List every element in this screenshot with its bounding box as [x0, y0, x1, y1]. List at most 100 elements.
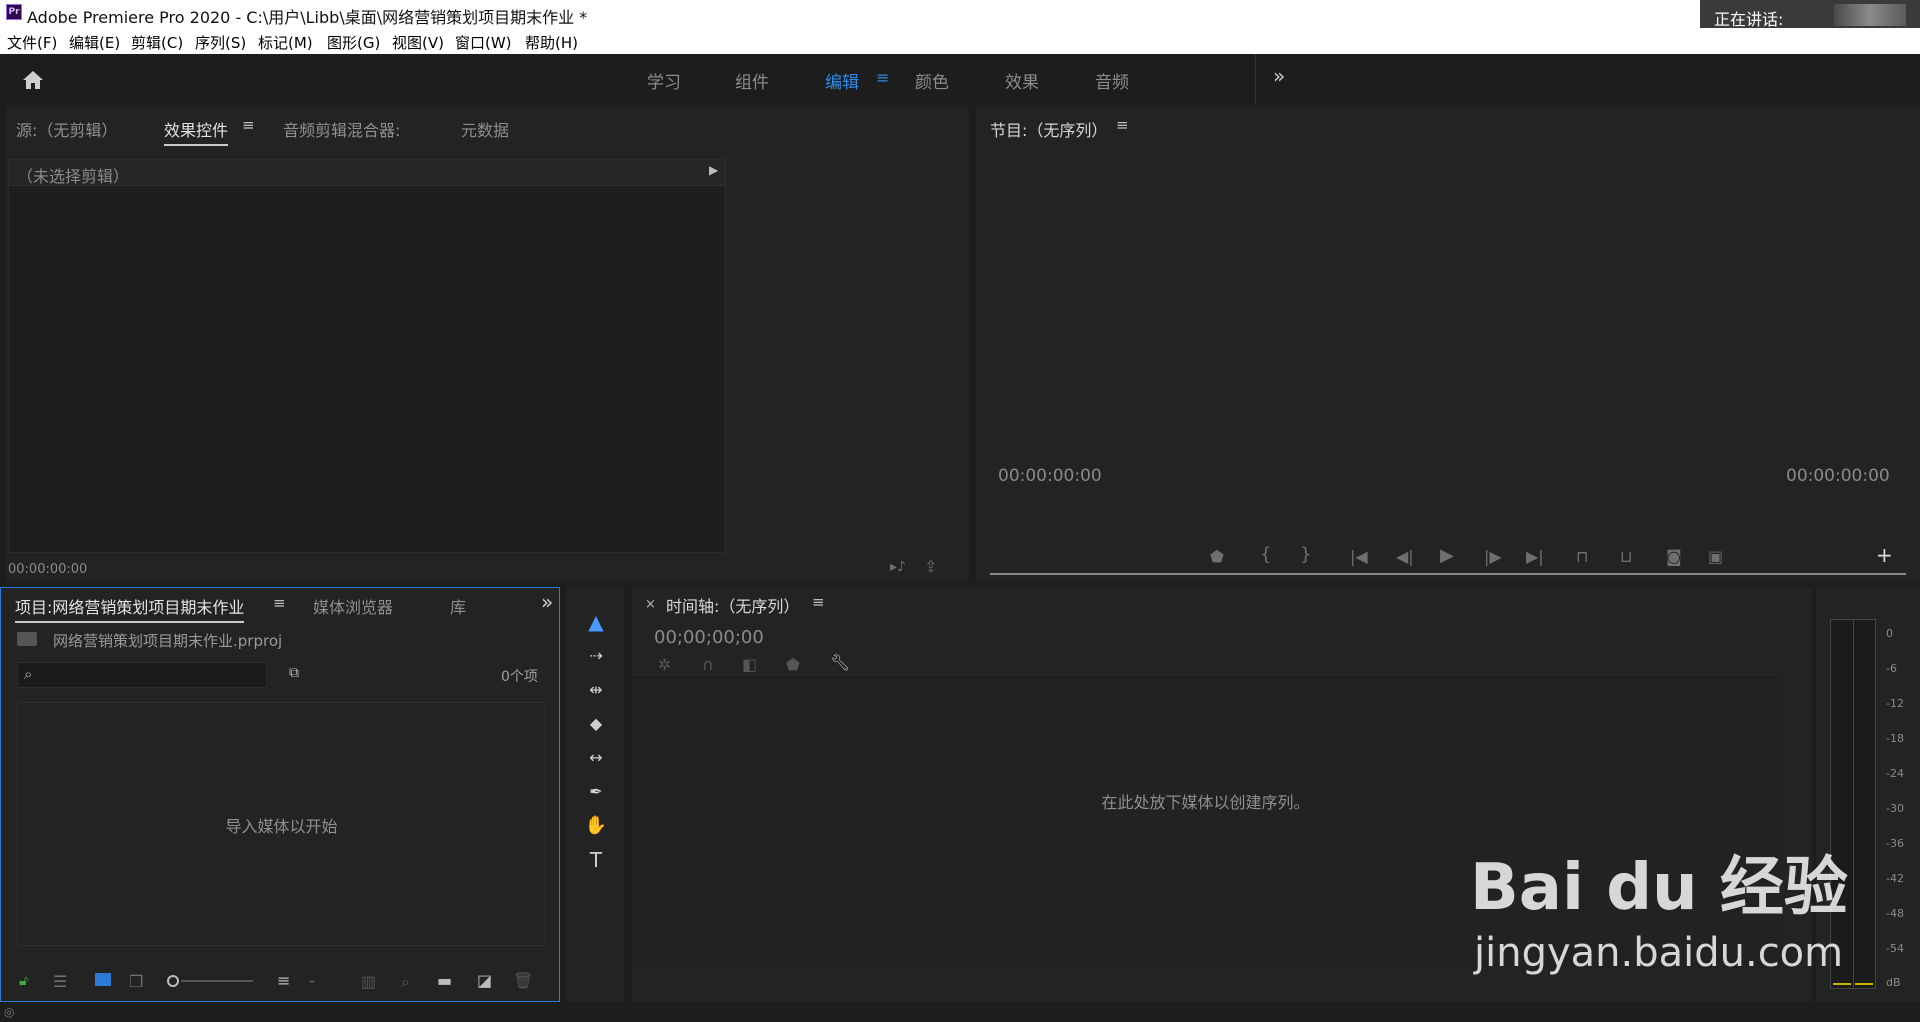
- slip-tool-icon[interactable]: ↔: [579, 743, 613, 773]
- camera-icon[interactable]: ◙: [1666, 547, 1682, 566]
- workspace-tab-editing[interactable]: 编辑: [825, 68, 859, 93]
- find-icon[interactable]: ⌕: [401, 972, 410, 992]
- home-icon[interactable]: [20, 68, 46, 92]
- timeline-menu-icon[interactable]: ≡: [812, 593, 825, 611]
- list-view-icon[interactable]: ☰: [53, 972, 67, 991]
- drop-media-hint: 在此处放下媒体以创建序列。: [1101, 793, 1310, 812]
- menu-marker[interactable]: 标记(M): [258, 32, 313, 53]
- meter-scale-0: 0: [1886, 627, 1893, 640]
- export-frame-icon[interactable]: ⇪: [924, 557, 937, 576]
- play-audio-only-icon[interactable]: ▸♪: [890, 559, 906, 575]
- menu-file[interactable]: 文件(F): [7, 32, 57, 53]
- meter-scale-12: -12: [1886, 697, 1904, 710]
- icon-view-icon[interactable]: [95, 973, 111, 986]
- selection-tool-icon[interactable]: ▲: [579, 607, 613, 637]
- automate-to-sequence-icon[interactable]: ▥: [361, 972, 376, 991]
- tab-metadata[interactable]: 元数据: [461, 117, 509, 141]
- nest-sequence-icon[interactable]: ✲: [658, 655, 671, 674]
- lift-icon[interactable]: ⊓: [1576, 547, 1588, 566]
- workspace-tab-learn[interactable]: 学习: [647, 68, 681, 93]
- sort-icon[interactable]: ≡: [277, 971, 290, 990]
- trash-icon[interactable]: 🗑︎: [513, 971, 533, 990]
- sort-dropdown-icon[interactable]: ⌄: [307, 972, 317, 986]
- zoom-slider-handle[interactable]: [167, 975, 179, 987]
- ripple-edit-tool-icon[interactable]: ⇹: [579, 675, 613, 705]
- tab-libraries[interactable]: 库: [450, 594, 466, 618]
- pen-tool-icon[interactable]: ✒: [579, 777, 613, 807]
- close-timeline-icon[interactable]: ×: [645, 597, 656, 612]
- timeline-title[interactable]: 时间轴:（无序列）: [666, 593, 799, 617]
- go-to-out-icon[interactable]: ▶|: [1526, 547, 1544, 566]
- tab-effect-controls[interactable]: 效果控件: [164, 117, 229, 146]
- new-item-icon[interactable]: ◪: [477, 971, 492, 990]
- track-select-tool-icon[interactable]: ⇢: [579, 641, 613, 671]
- new-bin-icon[interactable]: ▬: [437, 971, 452, 990]
- play-icon[interactable]: ▶: [1440, 545, 1454, 566]
- menu-window[interactable]: 窗口(W): [455, 32, 512, 53]
- comparison-view-icon[interactable]: ▣: [1708, 547, 1723, 566]
- timeline-divider: [632, 677, 1779, 678]
- tab-media-browser[interactable]: 媒体浏览器: [313, 594, 393, 618]
- workspace-tab-assembly[interactable]: 组件: [735, 68, 769, 93]
- speaker-avatar: [1834, 4, 1906, 26]
- source-timecode: 00:00:00:00: [8, 562, 88, 577]
- type-tool-icon[interactable]: T: [579, 845, 613, 875]
- add-marker-icon[interactable]: ⬟: [1210, 547, 1224, 566]
- menu-view[interactable]: 视图(V): [392, 32, 444, 53]
- title-bar: Pr Adobe Premiere Pro 2020 - C:\用户\Libb\…: [0, 0, 1920, 28]
- step-back-icon[interactable]: ◀|: [1396, 547, 1414, 566]
- go-to-in-icon[interactable]: |◀: [1350, 547, 1368, 566]
- program-scrubber[interactable]: [990, 573, 1906, 575]
- timeline-settings-wrench-icon[interactable]: 🔧︎: [830, 653, 850, 672]
- extract-icon[interactable]: ⊔: [1620, 547, 1632, 566]
- workspace-tab-audio[interactable]: 音频: [1095, 68, 1129, 93]
- audio-meters-panel: 0 -6 -12 -18 -24 -30 -36 -42 -48 -54 dB: [1816, 587, 1920, 1002]
- clip-header-row: （未选择剪辑） ▶: [9, 160, 725, 186]
- hand-tool-icon[interactable]: ✋: [579, 811, 613, 841]
- snap-icon[interactable]: ∩: [702, 655, 714, 674]
- speaking-label: 正在讲话:: [1714, 10, 1784, 29]
- project-search-field[interactable]: [46, 665, 256, 685]
- effect-controls-area: （未选择剪辑） ▶: [8, 159, 726, 553]
- effect-controls-menu-icon[interactable]: ≡: [242, 116, 255, 134]
- workspace-bar: 学习 组件 编辑 ≡ 颜色 效果 音频 »: [0, 54, 1920, 106]
- zoom-slider-track[interactable]: [181, 980, 253, 982]
- program-menu-icon[interactable]: ≡: [1116, 116, 1129, 134]
- lock-icon[interactable]: 🔓︎: [19, 973, 28, 989]
- menu-edit[interactable]: 编辑(E): [69, 32, 120, 53]
- project-search-input[interactable]: ⌕: [17, 662, 267, 688]
- search-icon: ⌕: [24, 665, 33, 683]
- program-title[interactable]: 节目:（无序列）: [990, 117, 1107, 141]
- tab-project[interactable]: 项目:网络营销策划项目期末作业: [15, 594, 245, 623]
- project-menu-icon[interactable]: ≡: [273, 594, 286, 612]
- project-bin-area[interactable]: 导入媒体以开始: [17, 702, 546, 946]
- status-bar: ◎: [0, 1005, 1920, 1022]
- add-button-icon[interactable]: +: [1876, 543, 1893, 567]
- tab-source[interactable]: 源:（无剪辑）: [16, 117, 117, 141]
- workspace-tab-effects[interactable]: 效果: [1005, 68, 1039, 93]
- workspace-tab-color[interactable]: 颜色: [915, 68, 949, 93]
- freeform-view-icon[interactable]: ❐: [129, 972, 143, 991]
- menu-clip[interactable]: 剪辑(C): [131, 32, 183, 53]
- program-panel-header: 节目:（无序列） ≡: [976, 107, 1920, 143]
- razor-tool-icon[interactable]: ◆: [579, 709, 613, 739]
- menu-help[interactable]: 帮助(H): [525, 32, 578, 53]
- workspace-overflow-icon[interactable]: »: [1273, 64, 1285, 88]
- mark-out-icon[interactable]: }: [1300, 544, 1311, 565]
- meter-scale-db: dB: [1886, 976, 1901, 989]
- program-monitor-panel: 节目:（无序列） ≡ 00:00:00:00 00:00:00:00 ⬟ { }…: [976, 107, 1920, 581]
- add-marker-timeline-icon[interactable]: ⬟: [786, 655, 800, 674]
- menu-graphics[interactable]: 图形(G): [327, 32, 380, 53]
- tools-panel: ▲ ⇢ ⇹ ◆ ↔ ✒ ✋ T: [566, 587, 624, 1002]
- mark-in-icon[interactable]: {: [1260, 544, 1271, 565]
- meter-scale-48: -48: [1886, 907, 1904, 920]
- step-forward-icon[interactable]: |▶: [1484, 547, 1502, 566]
- menu-sequence[interactable]: 序列(S): [195, 32, 246, 53]
- project-overflow-icon[interactable]: »: [541, 590, 553, 614]
- linked-selection-icon[interactable]: ◧: [742, 655, 757, 674]
- find-in-bin-icon[interactable]: ⧉: [289, 665, 299, 681]
- timeline-drop-area[interactable]: 在此处放下媒体以创建序列。: [632, 679, 1779, 969]
- tab-audio-clip-mixer[interactable]: 音频剪辑混合器:: [283, 117, 400, 141]
- workspace-menu-icon[interactable]: ≡: [876, 68, 889, 87]
- expand-arrow-icon[interactable]: ▶: [709, 163, 718, 177]
